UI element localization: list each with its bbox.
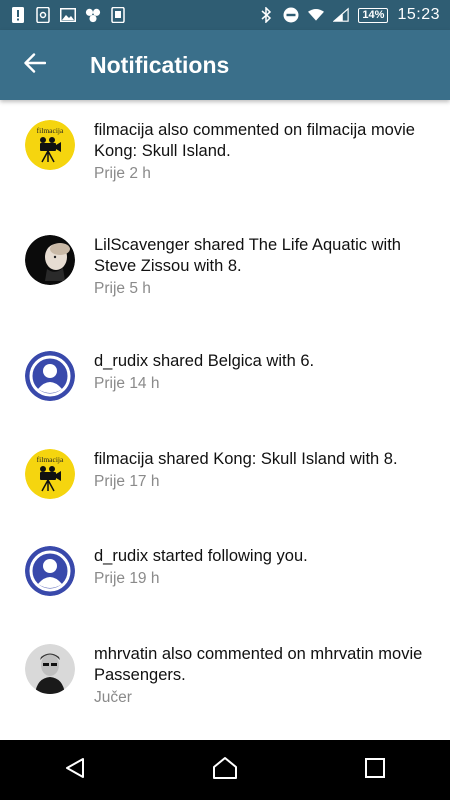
page-title: Notifications xyxy=(90,51,230,78)
notification-time: Prije 2 h xyxy=(94,165,151,182)
notification-message: filmacija also commented on filmacija mo… xyxy=(94,121,415,160)
svg-text:filmacija: filmacija xyxy=(37,455,64,464)
do-not-disturb-icon xyxy=(283,7,299,23)
system-navigation-bar xyxy=(0,740,450,800)
notification-item[interactable]: filmacija filmacija shared Kong: Skull I… xyxy=(0,449,450,499)
notification-item[interactable]: d_rudix shared Belgica with 6. Prije 14 … xyxy=(0,351,450,401)
status-bar-clock: 15:23 xyxy=(397,6,440,23)
notification-item[interactable]: filmacija filmacija also commented on fi… xyxy=(0,120,450,183)
home-icon xyxy=(212,756,238,785)
app-bar: Notifications xyxy=(0,30,450,100)
cluster-icon xyxy=(85,7,101,23)
default-user-avatar xyxy=(25,546,75,596)
triangle-back-icon xyxy=(64,757,86,784)
back-button[interactable] xyxy=(0,30,70,100)
notification-time: Prije 14 h xyxy=(94,375,160,392)
notification-message: d_rudix started following you. xyxy=(94,547,308,565)
image-icon xyxy=(60,7,76,23)
nav-home-button[interactable] xyxy=(195,740,255,800)
app-icon xyxy=(110,7,126,23)
arrow-back-icon xyxy=(24,52,47,78)
nav-back-button[interactable] xyxy=(45,740,105,800)
filmacija-avatar: filmacija xyxy=(25,449,75,499)
user-avatar xyxy=(25,235,75,285)
notification-message: d_rudix shared Belgica with 6. xyxy=(94,352,315,370)
notification-message: mhrvatin also commented on mhrvatin movi… xyxy=(94,645,423,684)
svg-text:filmacija: filmacija xyxy=(37,126,64,135)
notification-time: Prije 5 h xyxy=(94,280,151,297)
notification-time: Prije 19 h xyxy=(94,570,160,587)
notification-item[interactable]: LilScavenger shared The Life Aquatic wit… xyxy=(0,235,450,298)
notification-list[interactable]: filmacija filmacija also commented on fi… xyxy=(0,100,450,740)
status-bar: 14% 15:23 xyxy=(0,0,450,30)
notification-message: LilScavenger shared The Life Aquatic wit… xyxy=(94,236,401,275)
battery-indicator: 14% xyxy=(358,7,389,23)
notification-item[interactable]: d_rudix started following you. Prije 19 … xyxy=(0,546,450,596)
status-bar-notification-icons xyxy=(10,7,126,23)
square-recents-icon xyxy=(364,757,386,784)
cellular-signal-icon xyxy=(333,7,350,23)
nav-recents-button[interactable] xyxy=(345,740,405,800)
filmacija-avatar: filmacija xyxy=(25,120,75,170)
notification-message: filmacija shared Kong: Skull Island with… xyxy=(94,450,398,468)
default-user-avatar xyxy=(25,351,75,401)
app-notification-icon xyxy=(35,7,51,23)
bluetooth-icon xyxy=(258,7,274,23)
wifi-icon xyxy=(308,7,325,23)
notification-item[interactable]: mhrvatin also commented on mhrvatin movi… xyxy=(0,644,450,707)
user-avatar xyxy=(25,644,75,694)
notification-time: Prije 17 h xyxy=(94,473,160,490)
notification-time: Jučer xyxy=(94,689,132,706)
status-bar-system-icons: 14% 15:23 xyxy=(258,6,440,24)
alert-icon xyxy=(10,7,26,23)
